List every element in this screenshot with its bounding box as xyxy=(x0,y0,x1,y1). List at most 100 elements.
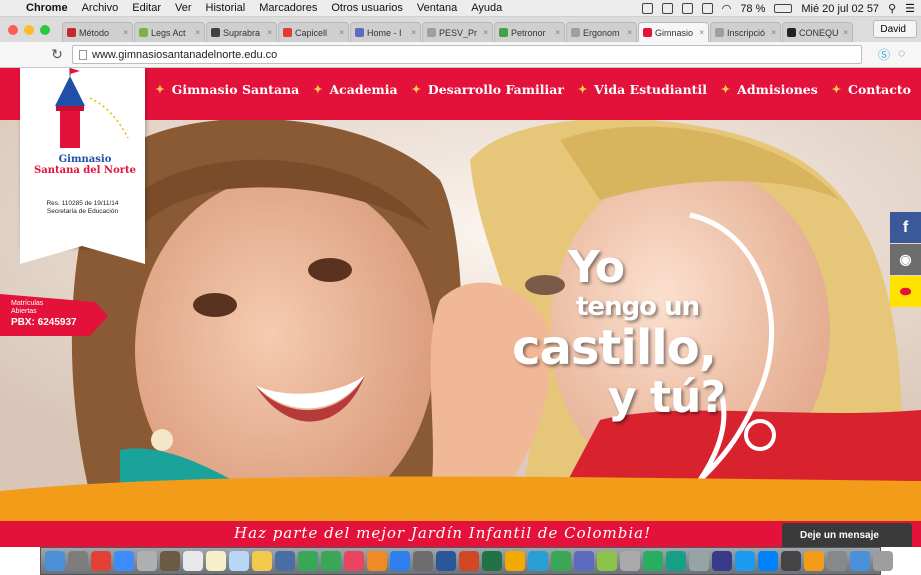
browser-tab[interactable]: Capicell × xyxy=(278,22,349,42)
browser-tab[interactable]: PESV_Pr × xyxy=(422,22,493,42)
camera-icon[interactable]: ◉ xyxy=(890,244,921,275)
dock-app-icon[interactable] xyxy=(528,551,548,571)
dock-app-icon[interactable] xyxy=(367,551,387,571)
tab-close-icon[interactable]: × xyxy=(483,28,488,37)
dock-app-icon[interactable] xyxy=(505,551,525,571)
dock-app-icon[interactable] xyxy=(390,551,410,571)
tab-close-icon[interactable]: × xyxy=(411,28,416,37)
address-bar[interactable]: www.gimnasiosantanadelnorte.edu.co xyxy=(72,45,862,64)
nav-item-6[interactable]: ✦ Contacto xyxy=(832,82,911,97)
zoom-window-button[interactable] xyxy=(40,25,50,35)
dock-app-icon[interactable] xyxy=(689,551,709,571)
nav-item-1[interactable]: ✦ Gimnasio Santana xyxy=(155,82,299,97)
browser-tab[interactable]: Método × xyxy=(62,22,133,42)
browser-tab[interactable]: CONEQU × xyxy=(782,22,853,42)
browser-tab[interactable]: Inscripció × xyxy=(710,22,781,42)
tab-close-icon[interactable]: × xyxy=(843,28,848,37)
dock-app-icon[interactable] xyxy=(850,551,870,571)
dock-app-icon[interactable] xyxy=(275,551,295,571)
tab-close-icon[interactable]: × xyxy=(339,28,344,37)
notification-center-icon[interactable]: ☰ xyxy=(905,2,915,15)
dock-app-icon[interactable] xyxy=(114,551,134,571)
dock-app-icon[interactable] xyxy=(229,551,249,571)
tab-close-icon[interactable]: × xyxy=(267,28,272,37)
dock-app-icon[interactable] xyxy=(91,551,111,571)
tab-close-icon[interactable]: × xyxy=(555,28,560,37)
dock-app-icon[interactable] xyxy=(321,551,341,571)
nav-item-3[interactable]: ✦ Desarrollo Familiar xyxy=(412,82,564,97)
menu-otros-usuarios[interactable]: Otros usuarios xyxy=(331,2,403,14)
battery-level[interactable]: 78 % xyxy=(740,3,765,15)
tab-label: Legs Act xyxy=(151,27,186,38)
volume-icon[interactable] xyxy=(701,3,713,14)
nav-item-5[interactable]: ✦ Admisiones xyxy=(721,82,818,97)
nav-item-4[interactable]: ✦ Vida Estudiantil xyxy=(578,82,707,97)
dock-app-icon[interactable] xyxy=(436,551,456,571)
enrollment-promo[interactable]: Matrículas Abiertas PBX: 6245937 xyxy=(0,294,108,336)
dock-app-icon[interactable] xyxy=(574,551,594,571)
menu-ventana[interactable]: Ventana xyxy=(417,2,457,14)
dock-app-icon[interactable] xyxy=(712,551,732,571)
skype-icon[interactable]: Ⓢ xyxy=(878,46,890,63)
spotlight-icon[interactable]: ⚲ xyxy=(888,2,896,15)
dock-app-icon[interactable] xyxy=(137,551,157,571)
browser-tab[interactable]: Petronor × xyxy=(494,22,565,42)
browser-tab[interactable]: Gimnasio × xyxy=(638,22,709,42)
dock-app-icon[interactable] xyxy=(183,551,203,571)
leave-message-label: Deje un mensaje xyxy=(800,529,879,541)
tab-close-icon[interactable]: × xyxy=(699,28,704,37)
dock-app-icon[interactable] xyxy=(160,551,180,571)
tab-close-icon[interactable]: × xyxy=(627,28,632,37)
tab-close-icon[interactable]: × xyxy=(195,28,200,37)
dock-app-icon[interactable] xyxy=(45,551,65,571)
dock-app-icon[interactable] xyxy=(620,551,640,571)
reload-button[interactable]: ↻ xyxy=(50,46,64,63)
dock-app-icon[interactable] xyxy=(482,551,502,571)
dock-app-icon[interactable] xyxy=(68,551,88,571)
browser-tab[interactable]: Ergonom × xyxy=(566,22,637,42)
status-app-icon[interactable] xyxy=(641,3,653,14)
menu-marcadores[interactable]: Marcadores xyxy=(259,2,317,14)
menu-ayuda[interactable]: Ayuda xyxy=(471,2,502,14)
browser-tab[interactable]: Legs Act × xyxy=(134,22,205,42)
menu-archivo[interactable]: Archivo xyxy=(82,2,119,14)
menu-app-name[interactable]: Chrome xyxy=(26,2,68,14)
minimize-window-button[interactable] xyxy=(24,25,34,35)
clock[interactable]: Mié 20 jul 02 57 xyxy=(801,3,879,15)
dock-app-icon[interactable] xyxy=(551,551,571,571)
extension-icon[interactable]: ◌ xyxy=(898,46,905,63)
tab-close-icon[interactable]: × xyxy=(123,28,128,37)
facebook-icon[interactable]: f xyxy=(890,212,921,243)
tab-label: Inscripció xyxy=(727,27,766,38)
dock-app-icon[interactable] xyxy=(873,551,893,571)
dock-app-icon[interactable] xyxy=(735,551,755,571)
dock-app-icon[interactable] xyxy=(781,551,801,571)
dock-app-icon[interactable] xyxy=(413,551,433,571)
dock-app-icon[interactable] xyxy=(804,551,824,571)
menu-ver[interactable]: Ver xyxy=(175,2,192,14)
dock-app-icon[interactable] xyxy=(827,551,847,571)
browser-tab[interactable]: Suprabra × xyxy=(206,22,277,42)
toggle-icon[interactable]: ⬬ xyxy=(890,276,921,307)
school-logo-card[interactable]: Gimnasio Santana del Norte Res. 110285 d… xyxy=(20,68,145,264)
browser-tab[interactable]: Home - I × xyxy=(350,22,421,42)
profile-button[interactable]: David xyxy=(873,20,917,38)
dock-app-icon[interactable] xyxy=(206,551,226,571)
wifi-icon[interactable]: ◠ xyxy=(722,2,732,15)
dock-app-icon[interactable] xyxy=(666,551,686,571)
dock-app-icon[interactable] xyxy=(459,551,479,571)
dock-app-icon[interactable] xyxy=(758,551,778,571)
status-app-icon[interactable] xyxy=(681,3,693,14)
dock-app-icon[interactable] xyxy=(298,551,318,571)
menu-historial[interactable]: Historial xyxy=(206,2,246,14)
tab-close-icon[interactable]: × xyxy=(771,28,776,37)
dock-app-icon[interactable] xyxy=(643,551,663,571)
dock-app-icon[interactable] xyxy=(252,551,272,571)
nav-item-2[interactable]: ✦ Academia xyxy=(313,82,397,97)
dock-app-icon[interactable] xyxy=(597,551,617,571)
leave-message-button[interactable]: Deje un mensaje xyxy=(782,523,912,547)
close-window-button[interactable] xyxy=(8,25,18,35)
menu-editar[interactable]: Editar xyxy=(132,2,161,14)
dock-app-icon[interactable] xyxy=(344,551,364,571)
status-app-icon[interactable] xyxy=(661,3,673,14)
